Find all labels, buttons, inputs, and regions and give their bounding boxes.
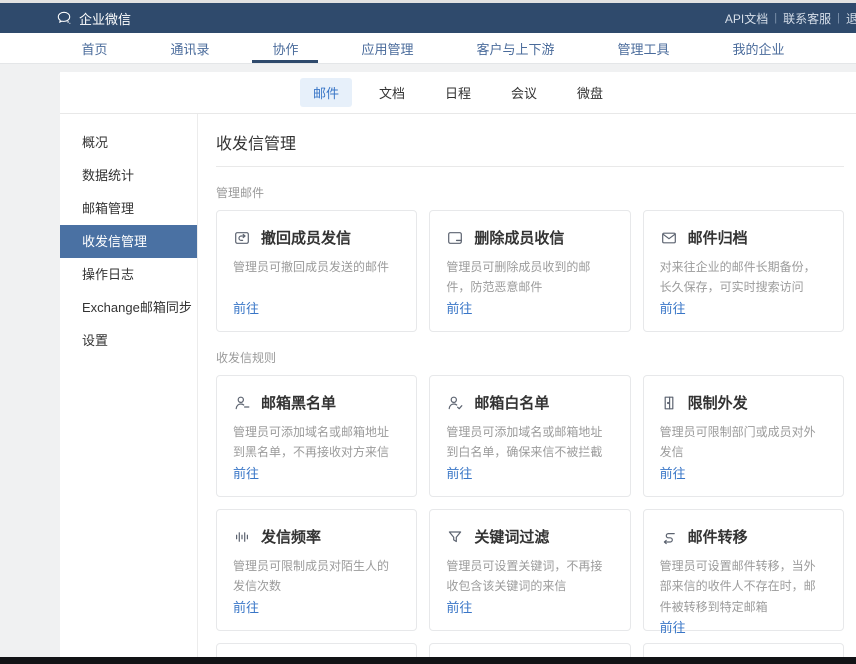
main-panel: 收发信管理 管理邮件撤回成员发信管理员可撤回成员发送的邮件前往删除成员收信管理员… — [198, 114, 856, 664]
card-title: 撤回成员发信 — [261, 227, 351, 248]
body-row: 概况数据统计邮箱管理收发信管理操作日志Exchange邮箱同步设置 收发信管理 … — [60, 114, 856, 664]
go-link[interactable]: 前往 — [446, 463, 613, 482]
frequency-icon — [233, 528, 251, 546]
card-desc: 管理员可删除成员收到的邮件，防范恶意邮件 — [446, 257, 613, 298]
page-title: 收发信管理 — [216, 130, 844, 167]
card-desc: 管理员可撤回成员发送的邮件 — [233, 257, 400, 277]
nav-item-应用管理[interactable]: 应用管理 — [361, 33, 413, 63]
transfer-icon — [660, 528, 678, 546]
topbar-link-API文档[interactable]: API文档 — [725, 10, 768, 27]
card-title: 发信频率 — [261, 526, 321, 547]
user-check-icon — [446, 394, 464, 412]
card-head: 发信频率 — [233, 526, 400, 547]
nav-item-首页[interactable]: 首页 — [81, 33, 107, 63]
user-block-icon — [233, 394, 251, 412]
card-desc: 管理员可限制部门或成员对外发信 — [660, 422, 827, 463]
nav-item-通讯录[interactable]: 通讯录 — [170, 33, 209, 63]
card-desc: 管理员可限制成员对陌生人的发信次数 — [233, 556, 400, 597]
go-link[interactable]: 前往 — [233, 597, 400, 616]
card-head: 限制外发 — [660, 392, 827, 413]
nav-item-客户与上下游[interactable]: 客户与上下游 — [476, 33, 554, 63]
subnav-tab-微盘[interactable]: 微盘 — [564, 78, 616, 107]
card-title: 关键词过滤 — [474, 526, 549, 547]
sidebar-item-设置[interactable]: 设置 — [60, 324, 197, 357]
app-window: 企业微信 API文档 | 联系客服 | 退出 首页 通讯录 协作 应用管理 客户与上下游 管理工具… — [0, 0, 856, 664]
logo-text: 企业微信 — [79, 9, 131, 28]
card-desc: 管理员可设置邮件转移，当外部来信的收件人不存在时，邮件被转移到特定邮箱 — [660, 556, 827, 617]
card-grid: 撤回成员发信管理员可撤回成员发送的邮件前往删除成员收信管理员可删除成员收到的邮件… — [216, 210, 844, 332]
card-title: 限制外发 — [688, 392, 748, 413]
card-邮件归档: 邮件归档对来往企业的邮件长期备份，长久保存，可实时搜索访问前往 — [643, 210, 844, 332]
funnel-icon — [446, 528, 464, 546]
card-desc: 对来往企业的邮件长期备份，长久保存，可实时搜索访问 — [660, 257, 827, 298]
go-link[interactable]: 前往 — [660, 298, 827, 317]
card-发信频率: 发信频率管理员可限制成员对陌生人的发信次数前往 — [216, 509, 417, 631]
card-关键词过滤: 关键词过滤管理员可设置关键词，不再接收包含该关键词的来信前往 — [429, 509, 630, 631]
sidebar-item-数据统计[interactable]: 数据统计 — [60, 159, 197, 192]
subnav-tab-日程[interactable]: 日程 — [432, 78, 484, 107]
go-link[interactable]: 前往 — [446, 597, 613, 616]
subnav: 邮件文档日程会议微盘 — [60, 72, 856, 114]
go-link[interactable]: 前往 — [660, 463, 827, 482]
card-邮箱黑名单: 邮箱黑名单管理员可添加域名或邮箱地址到黑名单，不再接收对方来信前往 — [216, 375, 417, 497]
card-撤回成员发信: 撤回成员发信管理员可撤回成员发送的邮件前往 — [216, 210, 417, 332]
card-head: 删除成员收信 — [446, 227, 613, 248]
section-label: 收发信规则 — [216, 349, 844, 366]
card-title: 邮箱黑名单 — [261, 392, 336, 413]
sidebar: 概况数据统计邮箱管理收发信管理操作日志Exchange邮箱同步设置 — [60, 114, 198, 664]
wecom-logo[interactable]: 企业微信 — [56, 9, 131, 28]
card-title: 邮件归档 — [688, 227, 748, 248]
go-link[interactable]: 前往 — [660, 617, 827, 636]
nav-item-我的企业[interactable]: 我的企业 — [732, 33, 784, 63]
card-head: 邮件转移 — [660, 526, 827, 547]
card-邮箱白名单: 邮箱白名单管理员可添加域名或邮箱地址到白名单，确保来信不被拦截前往 — [429, 375, 630, 497]
card-限制外发: 限制外发管理员可限制部门或成员对外发信前往 — [643, 375, 844, 497]
card-邮件转移: 邮件转移管理员可设置邮件转移，当外部来信的收件人不存在时，邮件被转移到特定邮箱前… — [643, 509, 844, 631]
topbar: 企业微信 API文档 | 联系客服 | 退出 — [0, 3, 856, 33]
go-link[interactable]: 前往 — [446, 298, 613, 317]
section-label: 管理邮件 — [216, 184, 844, 201]
topbar-links: API文档 | 联系客服 | 退出 — [723, 3, 856, 33]
chat-bubble-icon — [56, 10, 72, 26]
nav-item-管理工具[interactable]: 管理工具 — [617, 33, 669, 63]
subnav-tab-邮件[interactable]: 邮件 — [300, 78, 352, 107]
mail-archive-icon — [660, 229, 678, 247]
card-title: 邮箱白名单 — [474, 392, 549, 413]
topbar-link-退出[interactable]: 退出 — [846, 10, 856, 27]
card-head: 邮件归档 — [660, 227, 827, 248]
primary-nav: 首页 通讯录 协作 应用管理 客户与上下游 管理工具 我的企业 — [0, 33, 856, 64]
mail-delete-icon — [446, 229, 464, 247]
card-head: 邮箱黑名单 — [233, 392, 400, 413]
mail-recall-icon — [233, 229, 251, 247]
sidebar-item-收发信管理[interactable]: 收发信管理 — [60, 225, 197, 258]
card-desc: 管理员可添加域名或邮箱地址到黑名单，不再接收对方来信 — [233, 422, 400, 463]
card-desc: 管理员可添加域名或邮箱地址到白名单，确保来信不被拦截 — [446, 422, 613, 463]
content-container: 邮件文档日程会议微盘 概况数据统计邮箱管理收发信管理操作日志Exchange邮箱… — [60, 72, 856, 664]
sidebar-item-概况[interactable]: 概况 — [60, 126, 197, 159]
nav-item-协作[interactable]: 协作 — [272, 33, 298, 63]
subnav-tab-文档[interactable]: 文档 — [366, 78, 418, 107]
card-title: 邮件转移 — [688, 526, 748, 547]
go-link[interactable]: 前往 — [233, 463, 400, 482]
topbar-link-联系客服[interactable]: 联系客服 — [783, 10, 831, 27]
card-head: 邮箱白名单 — [446, 392, 613, 413]
subnav-tab-会议[interactable]: 会议 — [498, 78, 550, 107]
card-head: 关键词过滤 — [446, 526, 613, 547]
sidebar-item-Exchange邮箱同步[interactable]: Exchange邮箱同步 — [60, 291, 197, 324]
card-desc: 管理员可设置关键词，不再接收包含该关键词的来信 — [446, 556, 613, 597]
sidebar-item-邮箱管理[interactable]: 邮箱管理 — [60, 192, 197, 225]
separator: | — [837, 12, 840, 24]
card-head: 撤回成员发信 — [233, 227, 400, 248]
card-grid: 邮箱黑名单管理员可添加域名或邮箱地址到黑名单，不再接收对方来信前往邮箱白名单管理… — [216, 375, 844, 664]
taskbar-edge — [0, 657, 856, 664]
separator: | — [774, 12, 777, 24]
card-title: 删除成员收信 — [474, 227, 564, 248]
card-删除成员收信: 删除成员收信管理员可删除成员收到的邮件，防范恶意邮件前往 — [429, 210, 630, 332]
go-link[interactable]: 前往 — [233, 298, 400, 317]
door-exit-icon — [660, 394, 678, 412]
sections: 管理邮件撤回成员发信管理员可撤回成员发送的邮件前往删除成员收信管理员可删除成员收… — [216, 184, 844, 664]
sidebar-item-操作日志[interactable]: 操作日志 — [60, 258, 197, 291]
